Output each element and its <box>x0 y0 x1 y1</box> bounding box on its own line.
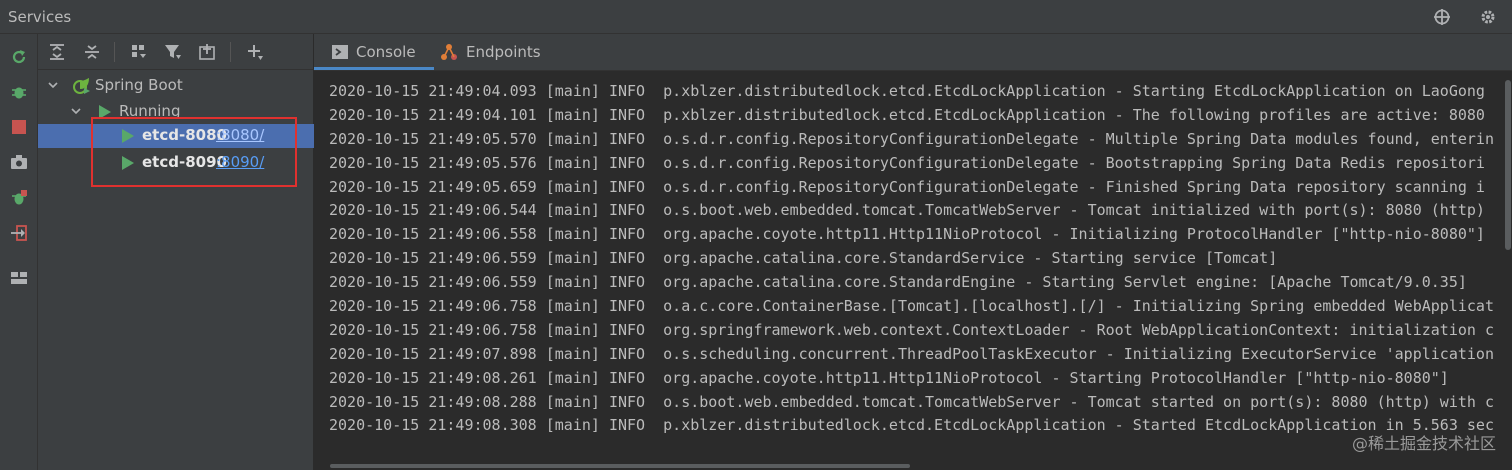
gear-icon[interactable] <box>1477 6 1499 28</box>
rerun-icon[interactable] <box>8 46 30 68</box>
crosshair-icon[interactable] <box>1431 6 1453 28</box>
console-output[interactable]: 2020-10-15 21:49:04.093 [main] INFO p.xb… <box>329 80 1494 438</box>
log-line: 2020-10-15 21:49:05.570 [main] INFO o.s.… <box>329 129 1494 148</box>
services-tree-panel: Spring Boot Running etcd-8080 :8080/ etc… <box>38 34 314 470</box>
filter-icon[interactable] <box>162 41 184 63</box>
debug-icon[interactable] <box>8 81 30 103</box>
log-line: 2020-10-15 21:49:06.758 [main] INFO o.a.… <box>329 297 1494 316</box>
log-line: 2020-10-15 21:49:06.558 [main] INFO org.… <box>329 225 1485 244</box>
tab-console[interactable]: Console <box>314 34 434 70</box>
tree-node-spring-boot[interactable]: Spring Boot <box>38 74 314 98</box>
horizontal-scrollbar[interactable] <box>330 464 910 468</box>
new-service-icon[interactable] <box>196 41 218 63</box>
tab-endpoints[interactable]: Endpoints <box>436 34 545 70</box>
layout-icon[interactable] <box>8 267 30 289</box>
toolbar-separator <box>114 42 115 62</box>
camera-icon[interactable] <box>8 151 30 173</box>
console-icon <box>332 45 348 59</box>
left-toolbar <box>0 34 38 470</box>
chevron-down-icon[interactable] <box>48 80 58 90</box>
coverage-icon[interactable] <box>8 187 30 209</box>
expand-all-icon[interactable] <box>46 41 68 63</box>
endpoints-icon <box>440 43 458 61</box>
tab-bar: Console Endpoints <box>314 34 1512 71</box>
log-line: 2020-10-15 21:49:05.576 [main] INFO o.s.… <box>329 153 1485 172</box>
log-line: 2020-10-15 21:49:08.308 [main] INFO p.xb… <box>329 416 1494 435</box>
tab-label: Console <box>356 43 416 61</box>
exit-icon[interactable] <box>8 222 30 244</box>
spring-boot-icon <box>73 78 90 94</box>
vertical-scrollbar[interactable] <box>1505 80 1511 250</box>
add-icon[interactable] <box>244 41 266 63</box>
stop-icon[interactable] <box>8 116 30 138</box>
log-line: 2020-10-15 21:49:06.544 [main] INFO o.s.… <box>329 201 1485 220</box>
window-title: Services <box>8 8 72 26</box>
log-line: 2020-10-15 21:49:06.559 [main] INFO org.… <box>329 249 1278 268</box>
log-line: 2020-10-15 21:49:06.559 [main] INFO org.… <box>329 273 1467 292</box>
log-line: 2020-10-15 21:49:08.261 [main] INFO org.… <box>329 368 1449 387</box>
log-line: 2020-10-15 21:49:06.758 [main] INFO org.… <box>329 320 1494 339</box>
chevron-down-icon[interactable] <box>71 106 81 116</box>
tab-label: Endpoints <box>466 43 541 61</box>
toolbar-separator <box>230 42 231 62</box>
log-line: 2020-10-15 21:49:07.898 [main] INFO o.s.… <box>329 344 1494 363</box>
log-line: 2020-10-15 21:49:04.093 [main] INFO p.xb… <box>329 82 1485 100</box>
log-line: 2020-10-15 21:49:05.659 [main] INFO o.s.… <box>329 177 1485 196</box>
console-panel: Console Endpoints 2020-10-15 21:49:04.09… <box>314 34 1512 470</box>
highlight-box <box>91 117 297 187</box>
log-line: 2020-10-15 21:49:08.288 [main] INFO o.s.… <box>329 392 1494 411</box>
log-line: 2020-10-15 21:49:04.101 [main] INFO p.xb… <box>329 105 1485 124</box>
watermark: @稀土掘金技术社区 <box>1351 434 1496 453</box>
tree-node-label: Spring Boot <box>95 76 183 94</box>
title-bar: Services <box>0 0 1512 34</box>
collapse-all-icon[interactable] <box>81 41 103 63</box>
tree-toolbar <box>38 34 314 70</box>
group-by-icon[interactable] <box>128 41 150 63</box>
